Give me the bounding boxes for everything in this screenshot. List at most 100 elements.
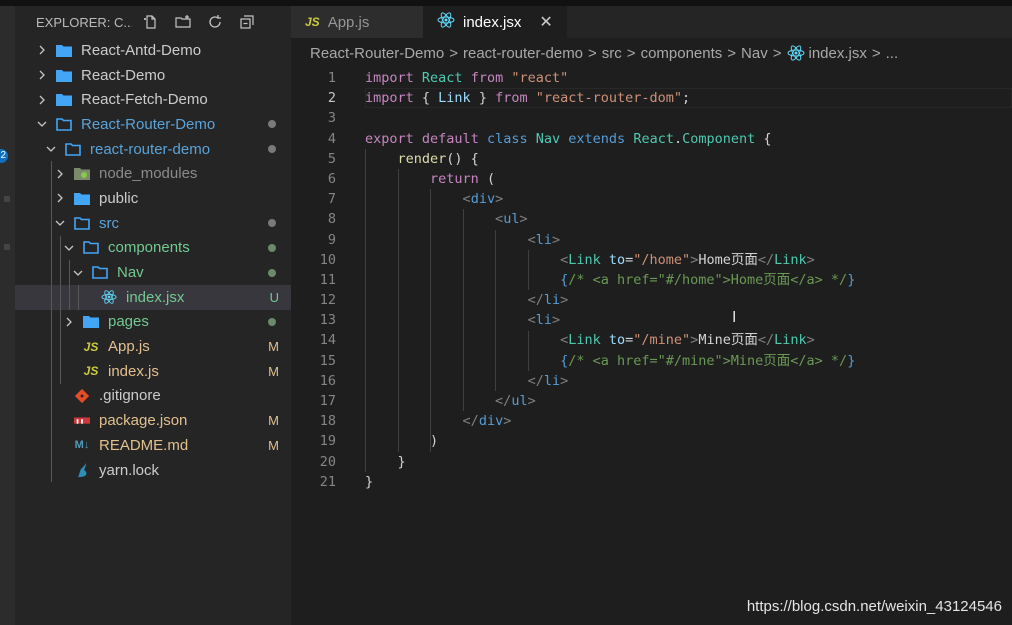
new-file-icon[interactable] <box>142 13 160 31</box>
activity-bar: 2 <box>0 6 15 625</box>
tree-item[interactable]: react-router-demo <box>15 137 291 162</box>
close-icon[interactable]: ✕ <box>539 12 552 32</box>
code-line: 6 return ( <box>291 169 1012 189</box>
tree-item[interactable]: React-Fetch-Demo <box>15 87 291 112</box>
code-token: Link <box>568 251 601 268</box>
activity-icon[interactable] <box>4 244 10 250</box>
folder-icon <box>65 142 81 156</box>
tree-item[interactable]: yarn.lock <box>15 457 291 483</box>
tree-item[interactable]: React-Antd-Demo <box>15 38 291 63</box>
code-line: 3 <box>291 108 1012 128</box>
source-control-badge[interactable]: 2 <box>0 149 8 163</box>
tree-item-label: node_modules <box>99 165 198 183</box>
js-file-icon: JS <box>305 15 320 29</box>
chevron-down-icon[interactable] <box>72 267 84 279</box>
tree-item[interactable]: React-Router-Demo <box>15 112 291 137</box>
chevron-down-icon[interactable] <box>45 143 57 155</box>
tree-item[interactable]: Nav <box>15 260 291 285</box>
collapse-all-icon[interactable] <box>238 13 256 31</box>
js-file-icon: JS <box>83 339 99 354</box>
breadcrumb-item[interactable]: ... <box>886 45 899 62</box>
code-editor[interactable]: 1 import React from "react" 2 import { Link… <box>291 68 1012 492</box>
tree-item[interactable]: JS index.js M <box>15 358 291 384</box>
code-token: li <box>535 231 552 248</box>
status-dot <box>268 268 276 277</box>
code-text: } <box>365 452 406 472</box>
tree-item[interactable]: pages <box>15 309 291 335</box>
tree-item-label: components <box>108 239 190 257</box>
breadcrumb-separator: > <box>626 44 636 62</box>
tree-item-label: pages <box>108 313 149 331</box>
tree-item[interactable]: node_modules <box>15 161 291 187</box>
code-token: } <box>365 473 374 490</box>
git-status-badge: M <box>268 413 279 429</box>
chevron-right-icon[interactable] <box>36 44 48 56</box>
code-token: < <box>495 211 504 228</box>
tree-item-label: yarn.lock <box>99 461 160 479</box>
code-line: 13 <li> <box>291 310 1012 330</box>
react-file-icon <box>101 290 117 304</box>
chevron-right-icon[interactable] <box>36 94 48 106</box>
line-number: 4 <box>327 130 336 147</box>
code-text: <Link to="/mine">Mine页面</Link> <box>365 330 815 350</box>
tree-item[interactable]: index.jsx U <box>15 284 291 310</box>
refresh-icon[interactable] <box>206 13 224 31</box>
text-cursor-icon: I <box>732 309 737 326</box>
tree-item[interactable]: components <box>15 235 291 261</box>
line-number: 3 <box>327 110 336 127</box>
breadcrumb-item[interactable]: Nav <box>741 45 768 62</box>
code-line: 17 </ul> <box>291 391 1012 411</box>
code-token: > <box>806 251 815 268</box>
code-token: "/home" <box>633 251 691 268</box>
code-text: </li> <box>365 290 569 310</box>
tree-item-label: src <box>99 214 119 232</box>
indent-guide <box>60 334 61 359</box>
breadcrumb-item[interactable]: React-Router-Demo <box>310 45 444 62</box>
react-file-icon <box>437 12 455 32</box>
indent-guide <box>51 309 52 335</box>
indent-guide <box>51 284 52 310</box>
breadcrumb-item[interactable]: react-router-demo <box>463 45 583 62</box>
tree-item[interactable]: React-Demo <box>15 63 291 88</box>
tree-item[interactable]: src <box>15 210 291 236</box>
chevron-right-icon[interactable] <box>63 316 75 328</box>
tab[interactable]: index.jsx ✕ <box>423 6 567 38</box>
activity-icon[interactable] <box>4 196 10 202</box>
indent-guide <box>69 284 70 310</box>
chevron-down-icon[interactable] <box>63 242 75 254</box>
chevron-right-icon[interactable] <box>54 192 66 204</box>
code-token: export <box>365 130 414 147</box>
breadcrumb-separator: > <box>772 44 782 62</box>
chevron-right-icon[interactable] <box>36 69 48 81</box>
tree-item[interactable]: public <box>15 186 291 211</box>
breadcrumb-item[interactable]: src <box>602 45 622 62</box>
code-token: > <box>551 231 561 248</box>
tree-item-label: index.js <box>108 362 159 380</box>
new-folder-icon[interactable] <box>174 13 192 31</box>
tree-item[interactable]: JS App.js M <box>15 334 291 359</box>
line-number: 15 <box>319 352 336 369</box>
code-token: < <box>560 251 569 268</box>
tree-item[interactable]: .gitignore <box>15 383 291 409</box>
breadcrumb-item[interactable]: index.jsx <box>809 45 867 62</box>
code-text: </li> <box>365 371 569 391</box>
code-token: > <box>519 211 528 228</box>
code-token: Component <box>682 130 756 147</box>
code-text: export default class Nav extends React.C… <box>365 129 772 149</box>
chevron-down-icon[interactable] <box>54 217 66 229</box>
tab-label: App.js <box>327 13 370 31</box>
line-number: 17 <box>319 393 336 409</box>
indent-guide <box>51 358 52 384</box>
tree-item[interactable]: package.json M <box>15 408 291 433</box>
code-line: 7 <div> <box>291 189 1012 209</box>
chevron-down-icon[interactable] <box>36 118 48 130</box>
breadcrumb-item[interactable]: components <box>641 45 723 62</box>
code-line: 20 } <box>291 452 1012 472</box>
chevron-right-icon[interactable] <box>54 168 66 180</box>
tree-item[interactable]: M↓ README.md M <box>15 433 291 458</box>
tab[interactable]: JS App.js <box>291 6 423 38</box>
indent-guide <box>60 260 61 285</box>
code-text: </ul> <box>365 391 536 411</box>
line-number: 9 <box>327 231 336 248</box>
